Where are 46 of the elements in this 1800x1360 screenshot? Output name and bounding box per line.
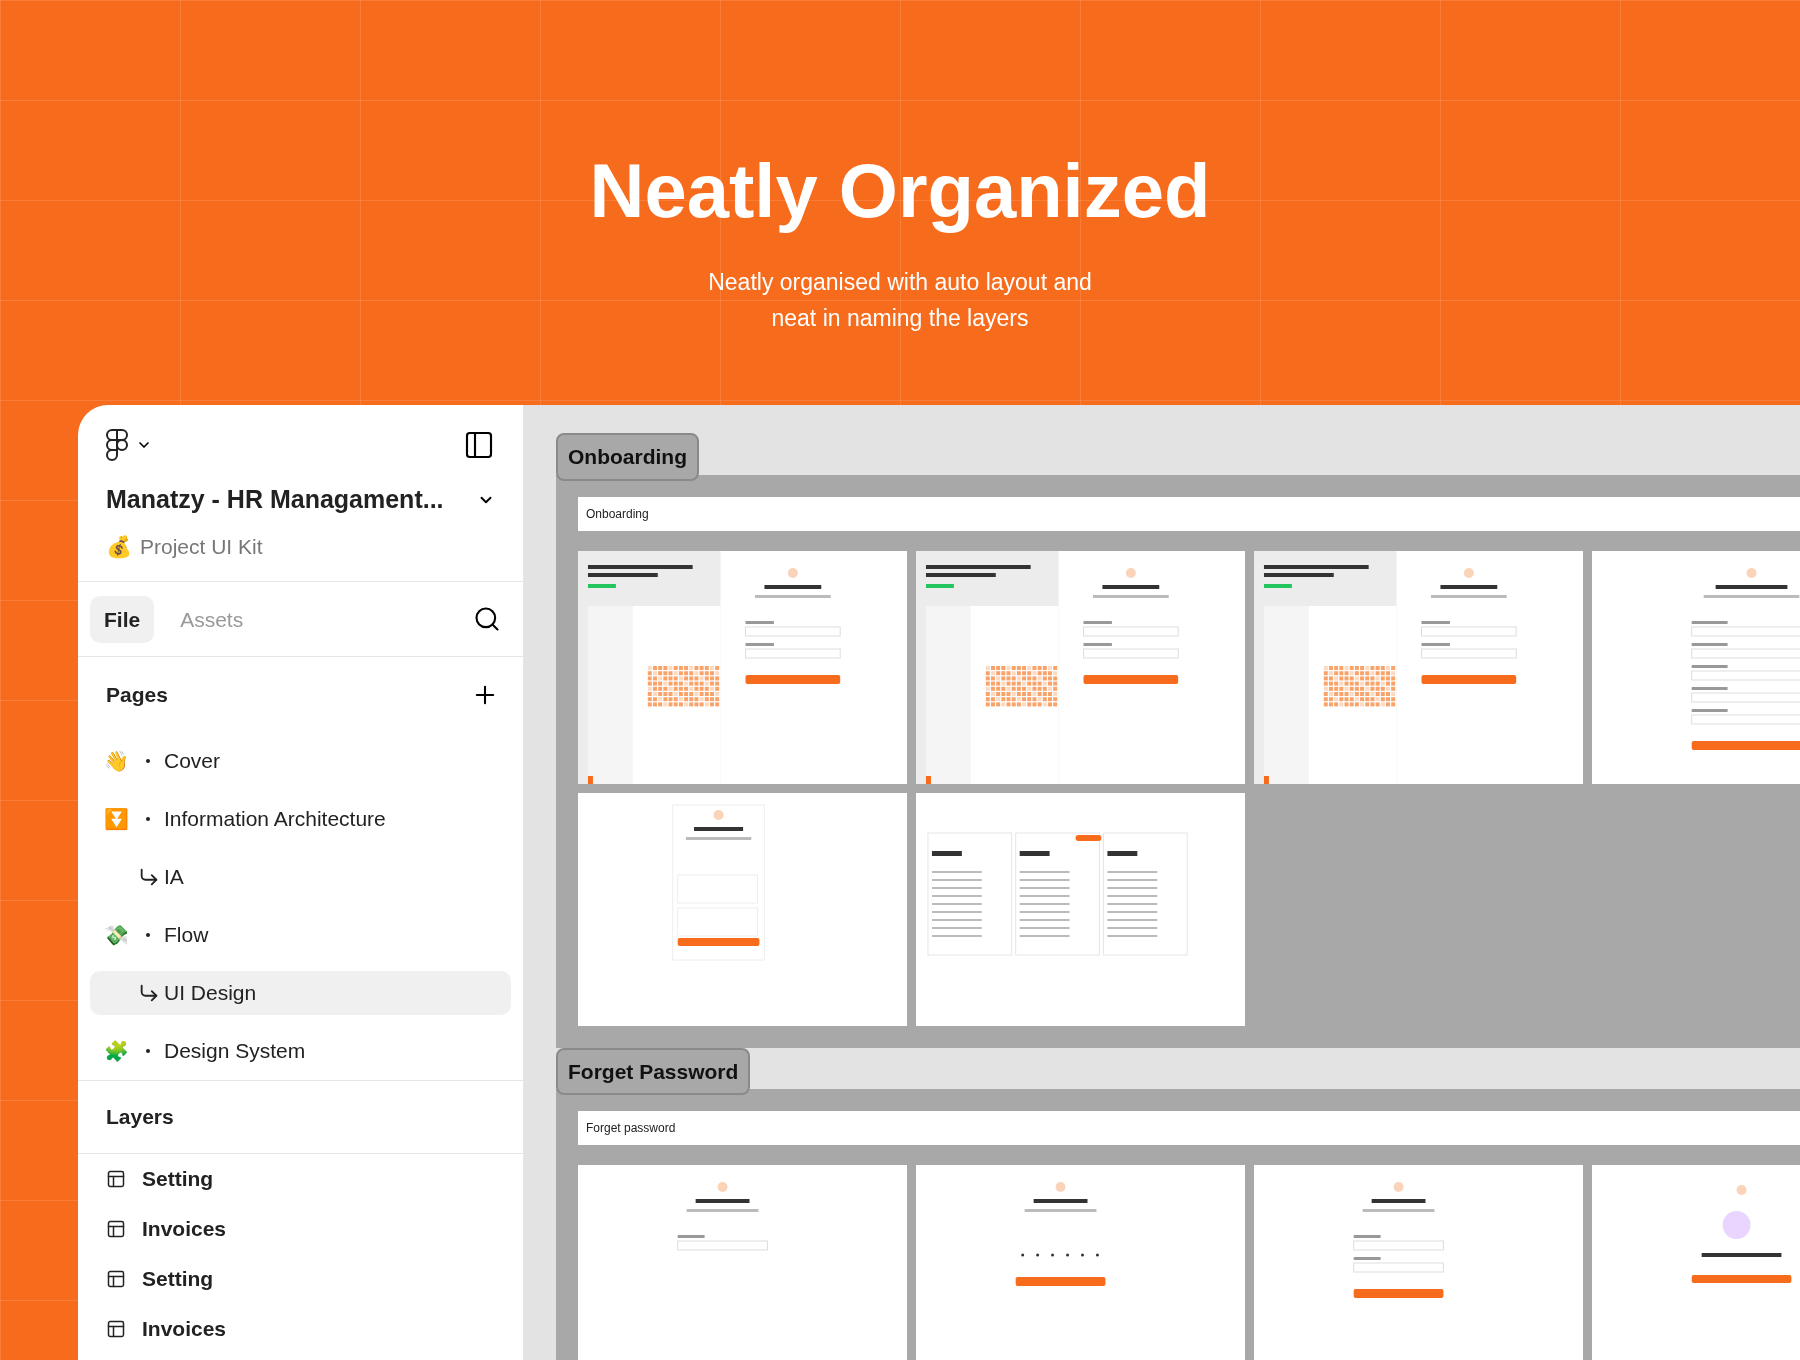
layer-item[interactable]: Setting [106, 1254, 495, 1304]
frame-icon [106, 1169, 126, 1189]
page-emoji: ⏬ [104, 807, 130, 832]
page-label: UI Design [164, 980, 257, 1007]
page-item[interactable]: ⏬ Information Architecture [90, 797, 511, 841]
layers-heading: Layers [106, 1104, 174, 1131]
page-label: Cover [164, 748, 221, 775]
frame-icon [106, 1219, 126, 1239]
project-emoji: 💰 [106, 533, 132, 561]
hero-title: Neatly Organized [589, 148, 1211, 234]
page-item[interactable]: 🧩 Design System [90, 1029, 511, 1073]
project-kind: Project UI Kit [140, 533, 263, 560]
layer-item[interactable]: Setting [106, 1154, 495, 1204]
bullet-icon [146, 1049, 150, 1053]
page-label: Flow [164, 922, 209, 949]
page-label: Design System [164, 1038, 306, 1065]
frame-title-bar: Forget password [578, 1111, 1800, 1145]
page-emoji: 💸 [104, 923, 130, 948]
sub-page-arrow-icon [138, 982, 160, 1004]
frame-icon [106, 1269, 126, 1289]
page-emoji: 🧩 [104, 1039, 130, 1064]
page-label: Information Architecture [164, 806, 386, 833]
page-emoji: 👋 [104, 749, 130, 774]
panel-tab[interactable]: File [90, 595, 155, 644]
layer-item[interactable]: Invoices [106, 1304, 495, 1354]
sub-page-arrow-icon [138, 866, 160, 888]
frame-icon [106, 1319, 126, 1339]
page-item[interactable]: 👋 Cover [90, 739, 511, 783]
pages-heading: Pages [106, 681, 168, 708]
hero-subtitle: Neatly organised with auto layout and [708, 268, 1092, 297]
hero-subtitle: neat in naming the layers [771, 304, 1029, 333]
frame-title-bar: Onboarding [578, 496, 1800, 531]
sidebar-toggle-icon[interactable] [463, 429, 495, 461]
page-item[interactable]: UI Design [90, 971, 511, 1015]
page-item[interactable]: 💸 Flow [90, 913, 511, 957]
project-name[interactable]: Manatzy - HR Managament... [106, 481, 444, 519]
section-label[interactable]: Forget Password [556, 1047, 751, 1095]
figma-logo-icon [106, 429, 128, 461]
bullet-icon [146, 817, 150, 821]
page-item[interactable]: IA [90, 855, 511, 899]
search-icon[interactable] [473, 605, 501, 634]
bullet-icon [146, 759, 150, 763]
layer-item[interactable]: Invoices [106, 1204, 495, 1254]
section-label[interactable]: Onboarding [556, 433, 699, 481]
page-label: IA [164, 864, 184, 891]
bullet-icon [146, 933, 150, 937]
